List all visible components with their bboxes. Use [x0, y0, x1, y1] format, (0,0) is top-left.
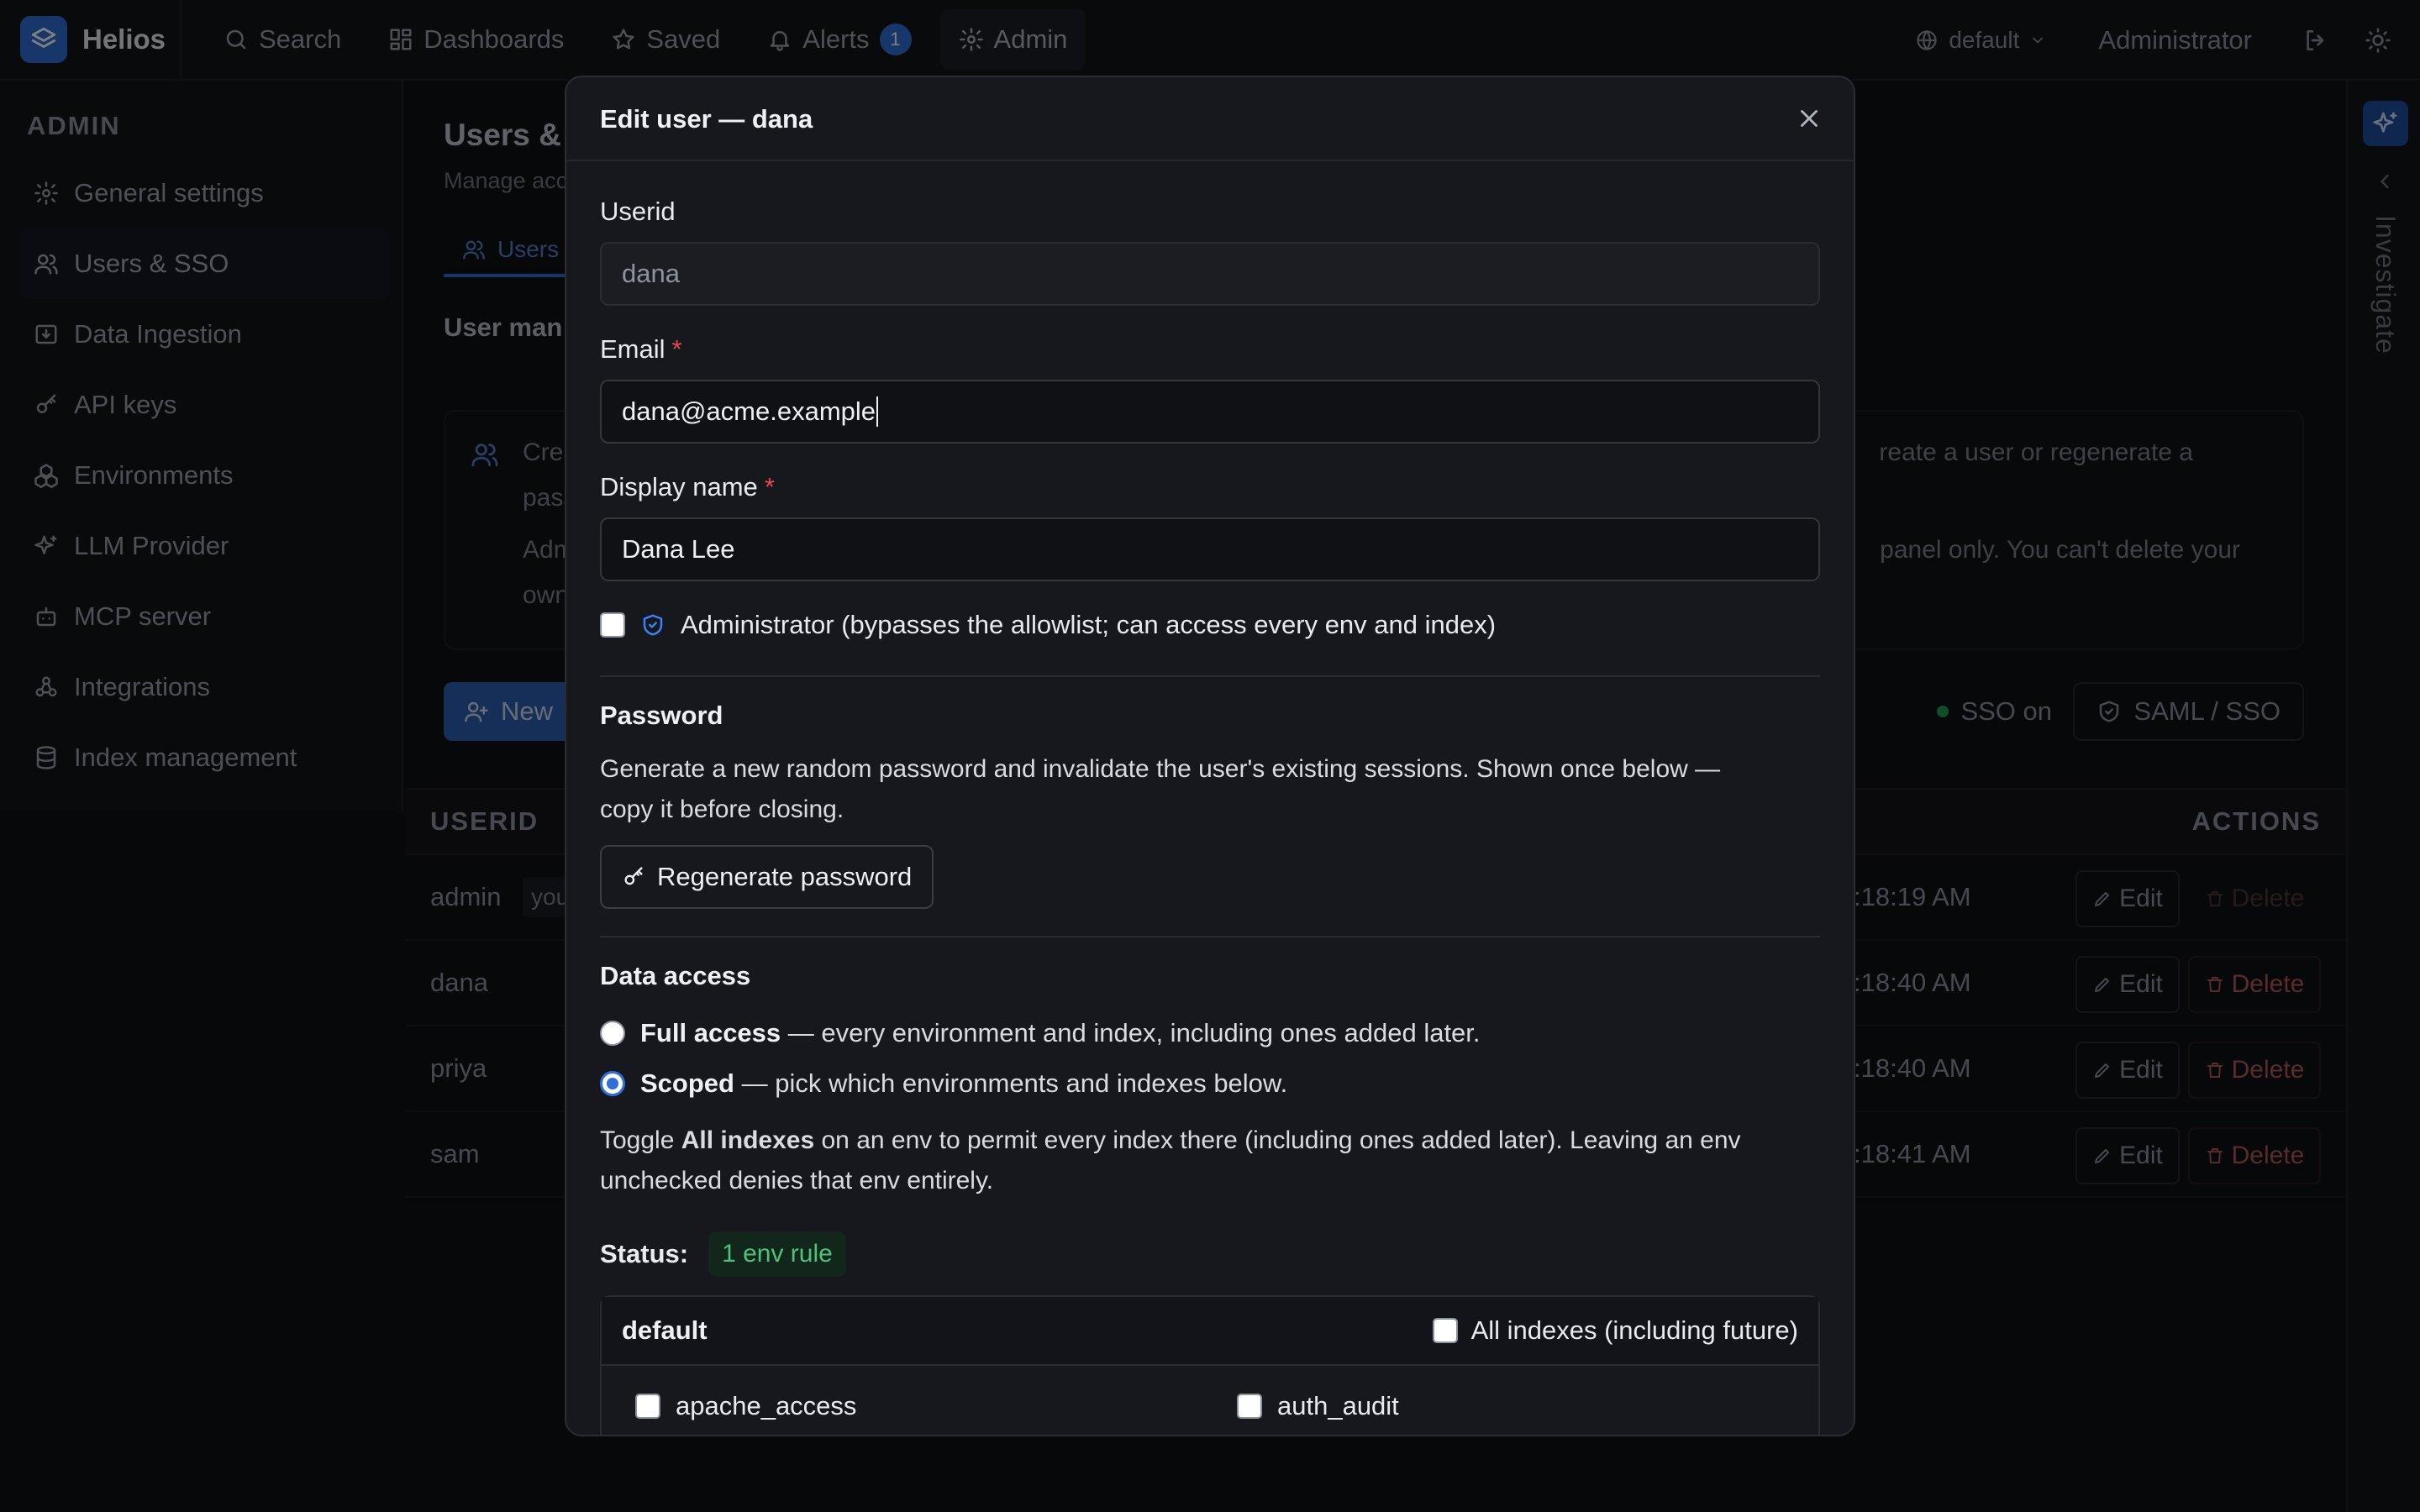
regenerate-password-button[interactable]: Regenerate password	[600, 845, 934, 909]
userid-label: Userid	[600, 197, 676, 226]
dialog-title: Edit user — dana	[600, 104, 813, 134]
userid-value: dana	[622, 259, 680, 288]
full-access-radio[interactable]	[600, 1021, 625, 1046]
required-mark: *	[671, 334, 682, 364]
index-label: apache_access	[676, 1391, 857, 1420]
password-heading: Password	[600, 701, 723, 730]
required-mark: *	[764, 472, 775, 501]
password-description: Generate a new random password and inval…	[600, 749, 1827, 830]
display-name-label: Display name *	[600, 472, 775, 502]
display-name-field[interactable]: Dana Lee	[600, 517, 1820, 581]
all-indexes-label: All indexes (including future)	[1470, 1315, 1798, 1345]
display-name-value: Dana Lee	[622, 534, 735, 564]
edit-user-dialog: Edit user — dana Userid dana Email * dana…	[565, 76, 1855, 1436]
scoped-access-label: Scoped — pick which environments and ind…	[640, 1068, 1287, 1099]
toggle-desc-line: Toggle All indexes on an env to permit e…	[600, 1121, 1827, 1161]
toggle-pre: Toggle	[600, 1126, 675, 1154]
index-option[interactable]: auth_audit	[1237, 1391, 1399, 1421]
dialog-header: Edit user — dana	[566, 77, 1854, 161]
full-access-desc: — every environment and index, including…	[787, 1018, 1481, 1047]
administrator-label: Administrator (bypasses the allowlist; c…	[681, 610, 1497, 639]
divider	[600, 936, 1820, 937]
administrator-checkbox[interactable]	[600, 612, 625, 638]
full-access-label: Full access — every environment and inde…	[640, 1018, 1481, 1048]
scoped-title: Scoped	[640, 1068, 734, 1098]
env-rule-header: default All indexes (including future)	[602, 1297, 1818, 1366]
scoped-desc: — pick which environments and indexes be…	[741, 1068, 1288, 1098]
scoped-access-option[interactable]: Scoped — pick which environments and ind…	[600, 1068, 1287, 1099]
email-field[interactable]: dana@acme.example	[600, 380, 1820, 444]
index-option[interactable]: apache_access	[635, 1391, 856, 1421]
toggle-post: on an env to permit every index there (i…	[821, 1126, 1741, 1154]
divider	[600, 675, 1820, 677]
regenerate-password-label: Regenerate password	[657, 862, 913, 891]
shield-check-icon	[640, 612, 666, 638]
all-indexes-option[interactable]: All indexes (including future)	[1432, 1315, 1798, 1346]
administrator-option[interactable]: Administrator (bypasses the allowlist; c…	[600, 610, 1496, 640]
data-access-heading: Data access	[600, 961, 751, 990]
email-label-text: Email	[600, 334, 666, 364]
index-checkbox[interactable]	[1237, 1394, 1262, 1419]
status-label: Status:	[600, 1239, 689, 1268]
scoped-access-radio[interactable]	[600, 1071, 625, 1096]
env-rule-card: default All indexes (including future) a…	[600, 1295, 1820, 1435]
full-access-option[interactable]: Full access — every environment and inde…	[600, 1018, 1481, 1048]
password-desc-line: copy it before closing.	[600, 795, 844, 823]
email-value: dana@acme.example	[622, 396, 876, 426]
key-icon	[622, 865, 645, 889]
env-name: default	[622, 1315, 708, 1345]
access-status: Status: 1 env rule	[600, 1231, 846, 1277]
full-access-title: Full access	[640, 1018, 781, 1047]
display-name-label-text: Display name	[600, 472, 758, 501]
index-label: auth_audit	[1277, 1391, 1399, 1420]
toggle-description: Toggle All indexes on an env to permit e…	[600, 1121, 1827, 1201]
all-indexes-checkbox[interactable]	[1432, 1318, 1458, 1343]
password-desc-line: Generate a new random password and inval…	[600, 755, 1721, 783]
userid-field: dana	[600, 242, 1820, 306]
toggle-desc-line: unchecked denies that env entirely.	[600, 1167, 994, 1194]
text-caret	[876, 396, 879, 427]
toggle-bold: All indexes	[681, 1126, 815, 1154]
email-label: Email *	[600, 334, 682, 365]
close-icon[interactable]	[1795, 104, 1823, 133]
index-checkbox[interactable]	[635, 1394, 660, 1419]
status-badge: 1 env rule	[708, 1231, 846, 1277]
